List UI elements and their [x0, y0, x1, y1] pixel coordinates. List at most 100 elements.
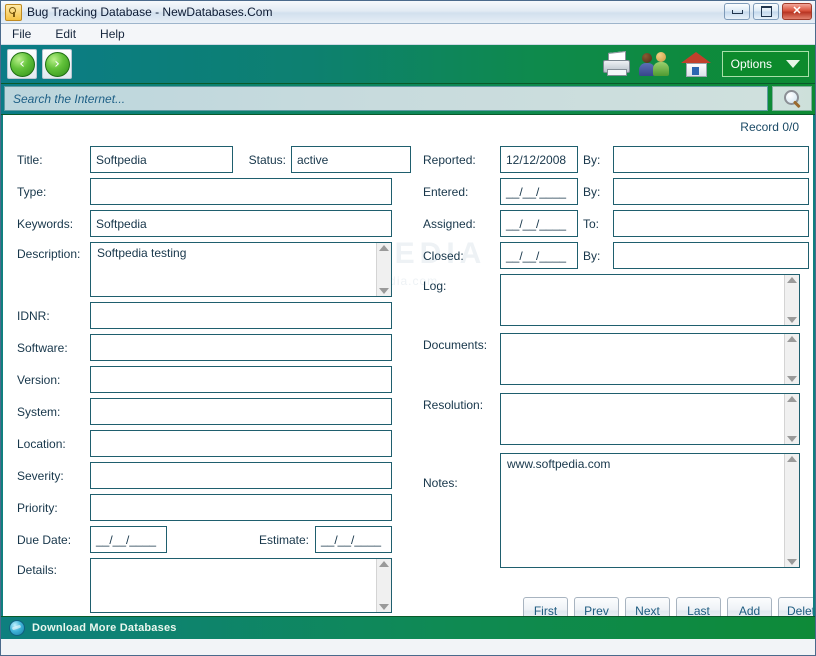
search-input[interactable]: Search the Internet... — [4, 86, 768, 111]
input-severity[interactable] — [90, 462, 392, 489]
scrollbar-description[interactable] — [376, 243, 391, 296]
minimize-icon — [731, 9, 743, 14]
home-icon[interactable] — [679, 49, 713, 79]
textarea-documents[interactable] — [500, 333, 800, 385]
input-title[interactable]: Softpedia — [90, 146, 233, 173]
input-assigned-to[interactable] — [613, 210, 809, 237]
record-navigation: First Prev Next Last Add Delete — [523, 597, 813, 616]
label-entered: Entered: — [423, 184, 469, 199]
input-status[interactable]: active — [291, 146, 411, 173]
input-system[interactable] — [90, 398, 392, 425]
minimize-button[interactable] — [724, 3, 750, 20]
textarea-description-value: Softpedia testing — [97, 246, 187, 260]
textarea-description[interactable]: Softpedia testing — [90, 242, 392, 297]
textarea-details[interactable] — [90, 558, 392, 613]
label-estimate: Estimate: — [258, 532, 309, 547]
field-row-priority: Priority: — [17, 494, 392, 521]
field-row-entered: Entered: __/__/____ By: — [423, 178, 809, 205]
label-reported: Reported: — [423, 152, 476, 167]
scrollbar-log[interactable] — [784, 275, 799, 325]
textarea-notes[interactable]: www.softpedia.com — [500, 453, 800, 568]
add-button[interactable]: Add — [727, 597, 772, 616]
scroll-down-icon[interactable] — [787, 436, 797, 442]
input-location[interactable] — [90, 430, 392, 457]
input-keywords[interactable]: Softpedia — [90, 210, 392, 237]
input-entered-date[interactable]: __/__/____ — [500, 178, 578, 205]
textarea-log-value — [501, 275, 799, 281]
back-button[interactable]: ‹ — [7, 49, 37, 79]
scroll-down-icon[interactable] — [379, 288, 389, 294]
menu-item-file[interactable]: File — [9, 26, 34, 42]
input-reported-date[interactable]: 12/12/2008 — [500, 146, 578, 173]
window-controls: ✕ — [724, 3, 812, 20]
field-row-software: Software: — [17, 334, 392, 361]
scroll-up-icon[interactable] — [787, 277, 797, 283]
label-closed: Closed: — [423, 248, 464, 263]
input-priority[interactable] — [90, 494, 392, 521]
field-row-keywords: Keywords: Softpedia — [17, 210, 392, 237]
label-details: Details: — [17, 563, 58, 577]
input-software[interactable] — [90, 334, 392, 361]
textarea-resolution[interactable] — [500, 393, 800, 445]
maximize-button[interactable] — [753, 3, 779, 20]
field-row-assigned: Assigned: __/__/____ To: — [423, 210, 809, 237]
scroll-up-icon[interactable] — [787, 396, 797, 402]
menu-item-help[interactable]: Help — [97, 26, 128, 42]
options-button[interactable]: Options — [721, 51, 809, 77]
maximize-icon — [760, 6, 772, 17]
label-entered-by: By: — [583, 184, 601, 199]
input-entered-by[interactable] — [613, 178, 809, 205]
label-assigned-to: To: — [583, 216, 600, 231]
field-row-title: Title: Softpedia Status: active — [17, 146, 411, 173]
scrollbar-details[interactable] — [376, 559, 391, 612]
application-window: Bug Tracking Database - NewDatabases.Com… — [0, 0, 816, 656]
close-icon: ✕ — [792, 5, 802, 17]
forward-button[interactable]: › — [42, 49, 72, 79]
form-content: SOFTPEDIA www.softpedia.com Record 0/0 T… — [1, 115, 815, 616]
menu-item-edit[interactable]: Edit — [52, 26, 79, 42]
scroll-down-icon[interactable] — [787, 317, 797, 323]
input-closed-by[interactable] — [613, 242, 809, 269]
scroll-down-icon[interactable] — [787, 559, 797, 565]
textarea-log[interactable] — [500, 274, 800, 326]
scroll-up-icon[interactable] — [379, 245, 389, 251]
search-button[interactable] — [772, 86, 812, 111]
field-row-severity: Severity: — [17, 462, 392, 489]
label-description: Description: — [17, 247, 81, 261]
input-type[interactable] — [90, 178, 392, 205]
input-assigned-date[interactable]: __/__/____ — [500, 210, 578, 237]
scroll-up-icon[interactable] — [787, 456, 797, 462]
textarea-documents-value — [501, 334, 799, 340]
label-notes: Notes: — [423, 476, 458, 490]
status-bar: Download More Databases — [1, 616, 815, 639]
download-more-databases-link[interactable]: Download More Databases — [32, 622, 177, 634]
close-button[interactable]: ✕ — [782, 3, 812, 20]
menu-bar: File Edit Help — [1, 24, 815, 45]
input-due-date[interactable]: __/__/____ — [90, 526, 167, 553]
input-closed-date[interactable]: __/__/____ — [500, 242, 578, 269]
input-version[interactable] — [90, 366, 392, 393]
scrollbar-resolution[interactable] — [784, 394, 799, 444]
input-idnr[interactable] — [90, 302, 392, 329]
search-bar: Search the Internet... — [1, 84, 815, 115]
delete-button[interactable]: Delete — [778, 597, 813, 616]
scroll-up-icon[interactable] — [787, 336, 797, 342]
first-button[interactable]: First — [523, 597, 568, 616]
last-button[interactable]: Last — [676, 597, 721, 616]
field-row-details: Details: — [17, 558, 392, 613]
scrollbar-notes[interactable] — [784, 454, 799, 567]
label-resolution: Resolution: — [423, 398, 484, 412]
users-icon[interactable] — [638, 49, 673, 79]
printer-icon[interactable] — [599, 49, 633, 79]
label-priority: Priority: — [17, 500, 58, 515]
next-button[interactable]: Next — [625, 597, 670, 616]
label-type: Type: — [17, 184, 47, 199]
prev-button[interactable]: Prev — [574, 597, 619, 616]
scroll-down-icon[interactable] — [787, 376, 797, 382]
input-reported-by[interactable] — [613, 146, 809, 173]
scrollbar-documents[interactable] — [784, 334, 799, 384]
scroll-up-icon[interactable] — [379, 561, 389, 567]
input-estimate[interactable]: __/__/____ — [315, 526, 392, 553]
scroll-down-icon[interactable] — [379, 604, 389, 610]
field-row-system: System: — [17, 398, 392, 425]
